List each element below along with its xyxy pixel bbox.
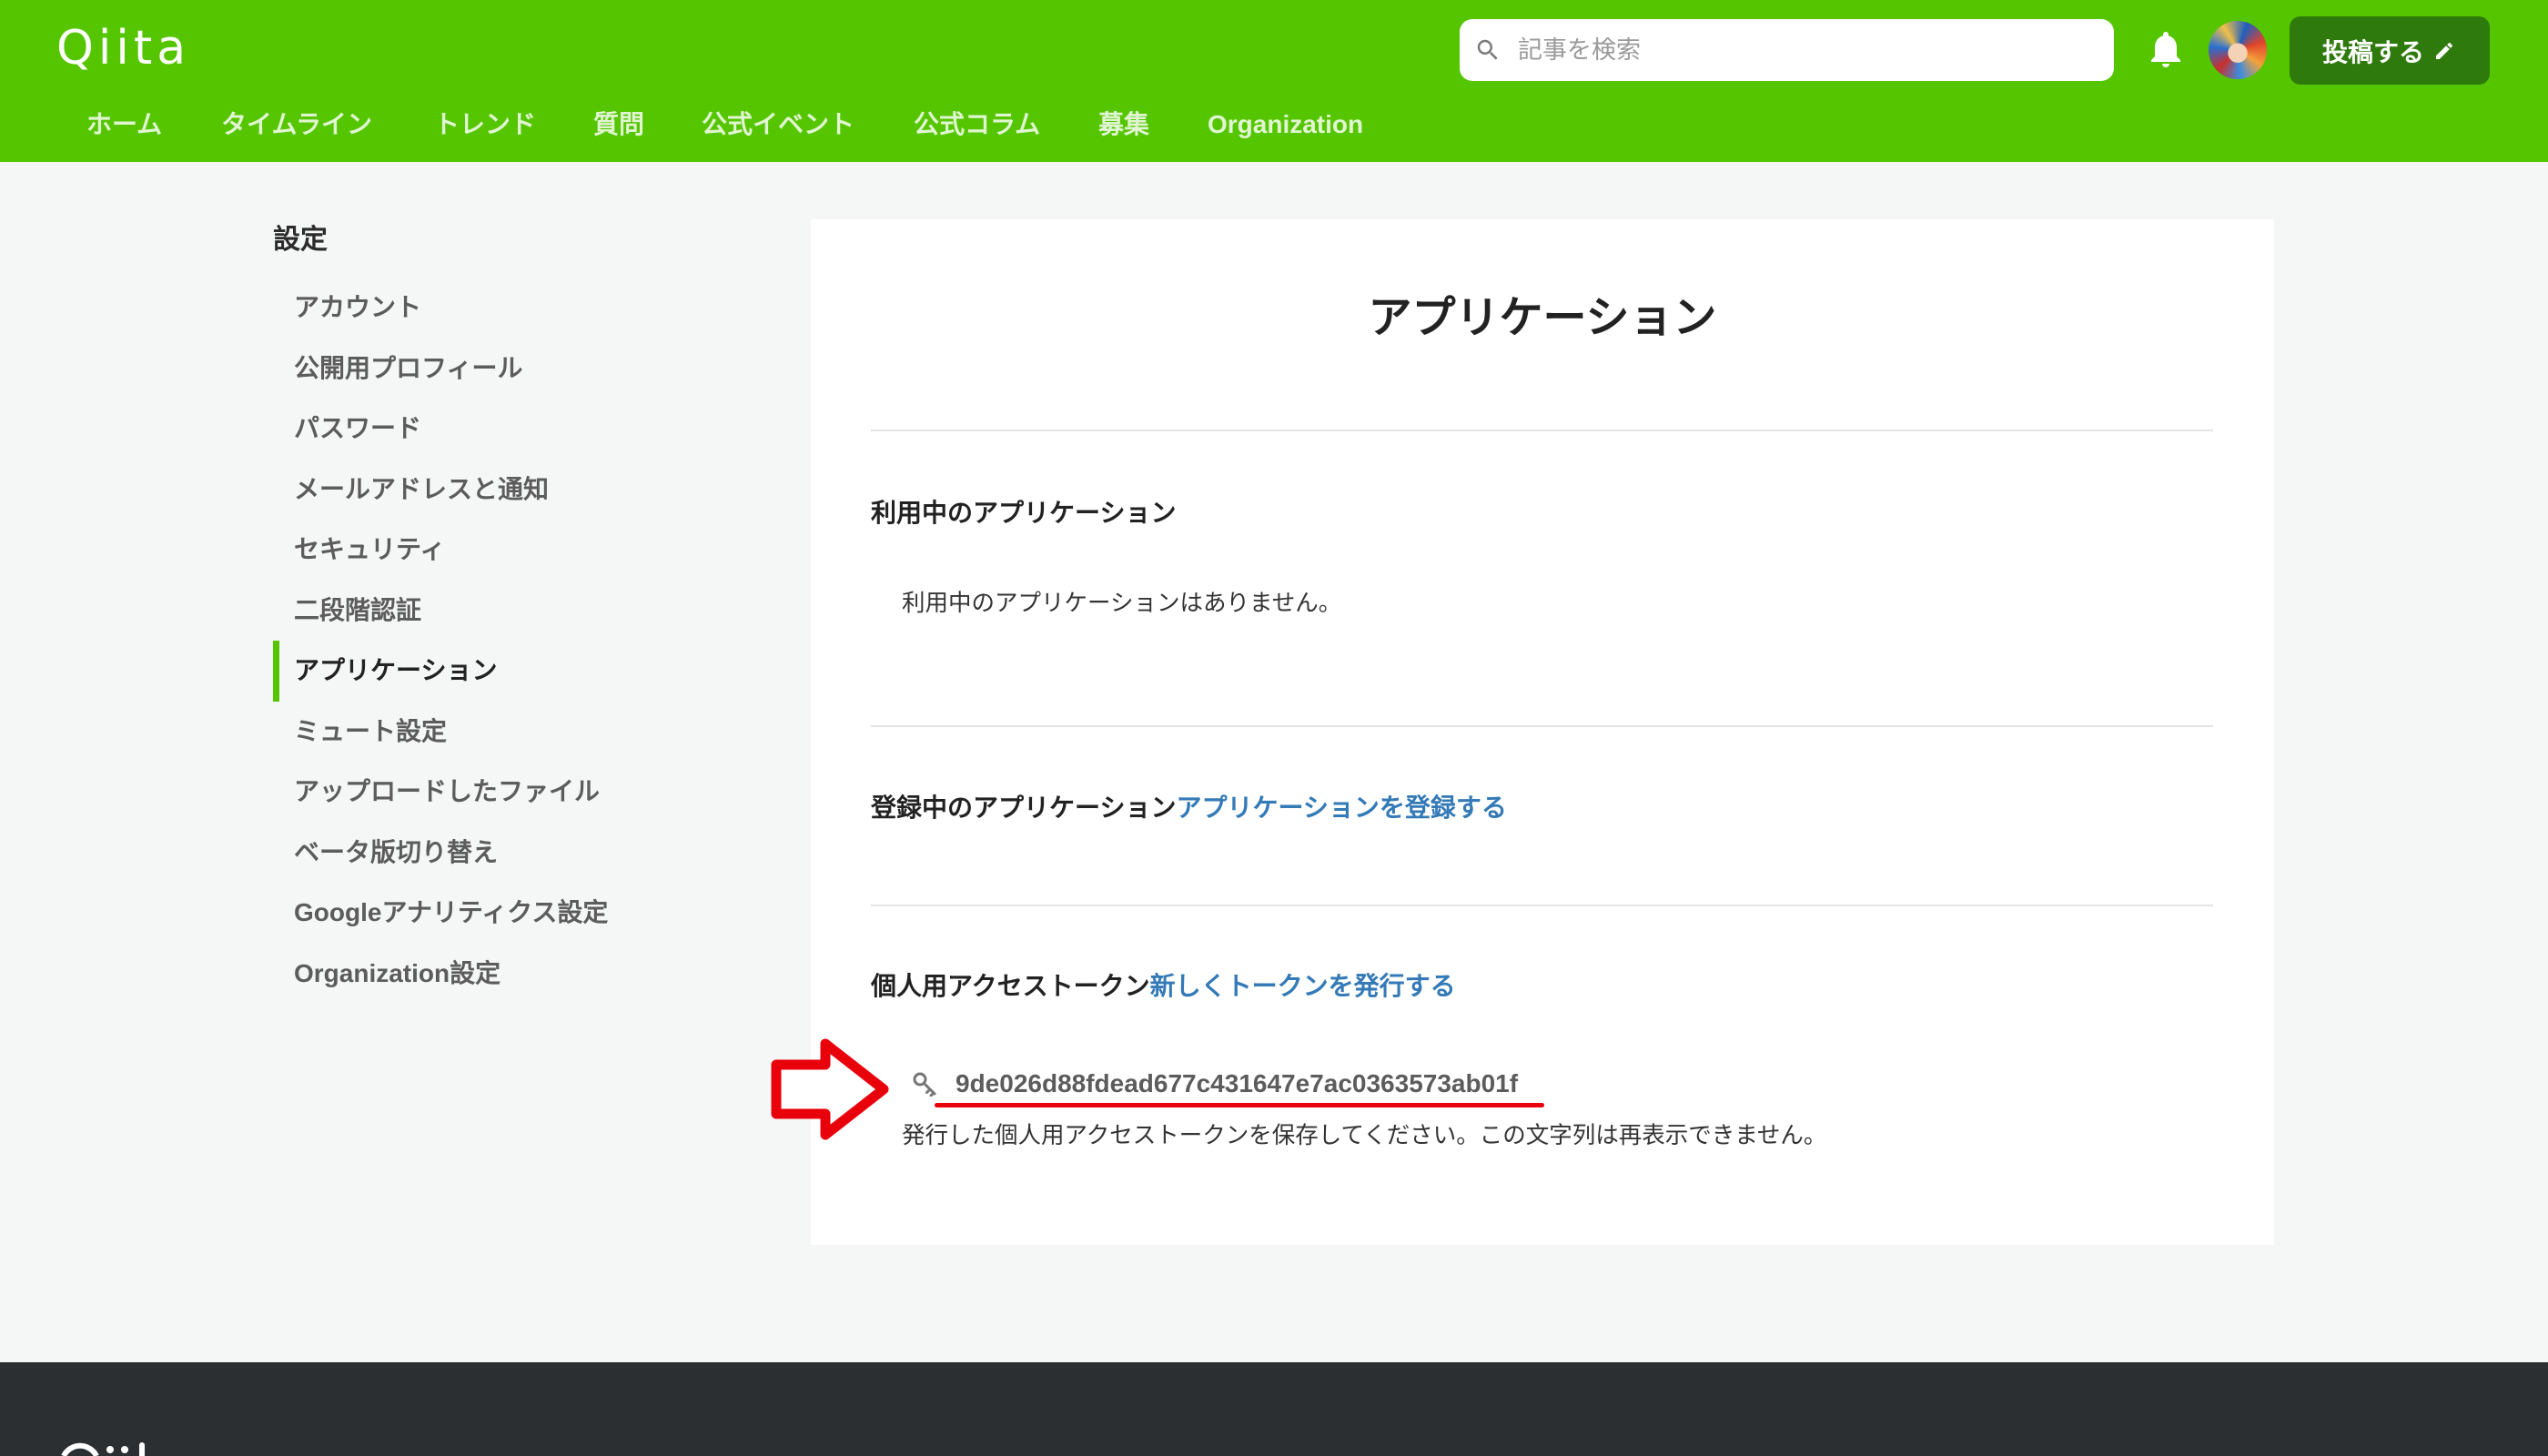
search-box[interactable] — [1460, 19, 2114, 81]
annotation-underline — [935, 1103, 1544, 1107]
in-use-apps-heading: 利用中のアプリケーション — [871, 499, 1177, 527]
sidebar-title: 設定 — [273, 225, 328, 255]
sidebar-item-organization[interactable]: Organization設定 — [273, 944, 710, 1005]
nav-item-timeline[interactable]: タイムライン — [221, 106, 372, 143]
sidebar-item-applications[interactable]: アプリケーション — [273, 641, 710, 702]
footer-logo[interactable] — [58, 1440, 204, 1456]
nav-item-questions[interactable]: 質問 — [593, 106, 644, 143]
sidebar-item-two-factor[interactable]: 二段階認証 — [273, 581, 710, 642]
post-button-label: 投稿する — [2322, 37, 2425, 66]
page-title: アプリケーション — [1368, 294, 1717, 342]
divider — [871, 430, 2213, 431]
divider — [871, 725, 2213, 727]
nav-item-recruitment[interactable]: 募集 — [1098, 106, 1149, 143]
sidebar-item-account[interactable]: アカウント — [273, 278, 710, 339]
search-input[interactable] — [1460, 19, 2114, 81]
nav-item-home[interactable]: ホーム — [86, 106, 162, 143]
avatar[interactable] — [2209, 21, 2267, 79]
divider — [871, 905, 2213, 906]
token-save-notice: 発行した個人用アクセストークンを保存してください。この文字列は再表示できません。 — [902, 1123, 1827, 1148]
nav-item-official-events[interactable]: 公式イベント — [702, 106, 854, 143]
key-icon — [912, 1071, 937, 1097]
nav-item-organization[interactable]: Organization — [1208, 106, 1363, 143]
settings-sidebar: アカウント 公開用プロフィール パスワード メールアドレスと通知 セキュリティ … — [273, 278, 710, 1004]
pencil-icon — [2433, 40, 2455, 62]
page: Qiita 投稿する ホーム タイムライン トレンド 質問 公式イベント 公式コ… — [0, 0, 2548, 1456]
sidebar-item-public-profile[interactable]: 公開用プロフィール — [273, 339, 710, 399]
nav-item-official-columns[interactable]: 公式コラム — [914, 106, 1040, 143]
global-footer — [0, 1362, 2548, 1456]
post-button[interactable]: 投稿する — [2290, 16, 2490, 85]
issue-new-token-link[interactable]: 新しくトークンを発行する — [1150, 972, 1456, 1000]
in-use-apps-empty-message: 利用中のアプリケーションはありません。 — [902, 591, 1342, 616]
sidebar-item-uploaded-files[interactable]: アップロードしたファイル — [273, 762, 710, 823]
personal-tokens-heading-row: 個人用アクセストークン新しくトークンを発行する — [871, 968, 1456, 1005]
bell-icon[interactable] — [2144, 27, 2188, 71]
registered-apps-heading: 登録中のアプリケーション — [871, 794, 1177, 822]
sidebar-item-google-analytics[interactable]: Googleアナリティクス設定 — [273, 883, 710, 944]
register-application-link[interactable]: アプリケーションを登録する — [1176, 794, 1506, 822]
nav-item-trend[interactable]: トレンド — [434, 106, 536, 143]
sidebar-item-security[interactable]: セキュリティ — [273, 520, 710, 581]
applications-card: アプリケーション 利用中のアプリケーション 利用中のアプリケーションはありません… — [811, 219, 2274, 1245]
personal-tokens-heading: 個人用アクセストークン — [871, 972, 1150, 1000]
sidebar-item-email-notifications[interactable]: メールアドレスと通知 — [273, 460, 710, 521]
global-header: Qiita 投稿する ホーム タイムライン トレンド 質問 公式イベント 公式コ… — [0, 0, 2548, 162]
sidebar-item-password[interactable]: パスワード — [273, 399, 710, 460]
arrow-right-icon — [769, 1036, 892, 1143]
registered-apps-heading-row: 登録中のアプリケーションアプリケーションを登録する — [871, 790, 1507, 826]
personal-access-token-value[interactable]: 9de026d88fdead677c431647e7ac0363573ab01f — [956, 1066, 1518, 1102]
sidebar-item-mute-settings[interactable]: ミュート設定 — [273, 702, 710, 763]
qiita-logo[interactable]: Qiita — [56, 22, 190, 75]
sidebar-item-beta-toggle[interactable]: ベータ版切り替え — [273, 823, 710, 884]
